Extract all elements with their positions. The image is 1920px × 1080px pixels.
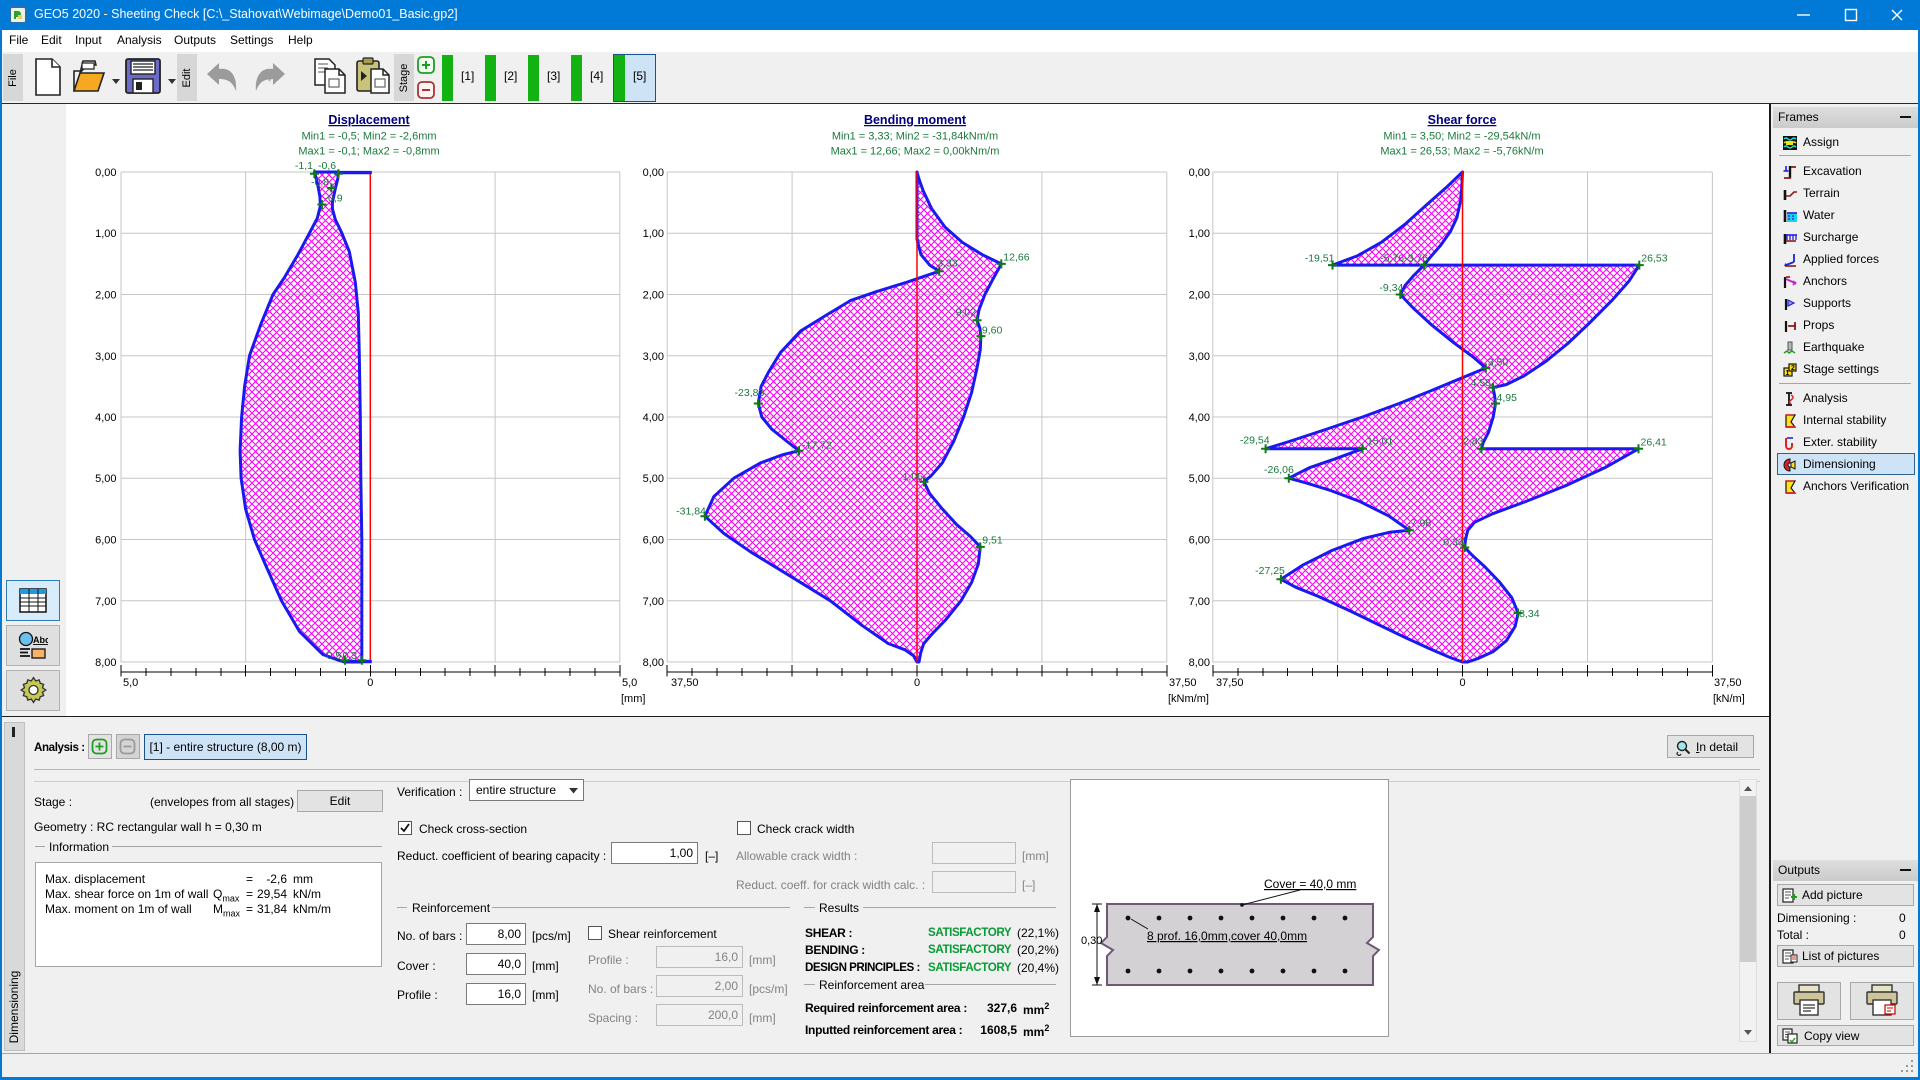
svg-text:6,00: 6,00 [643, 535, 664, 547]
svg-text:37,50: 37,50 [1216, 677, 1244, 689]
svg-text:[mm]: [mm] [621, 693, 645, 705]
svg-text:26,41: 26,41 [1641, 436, 1667, 448]
svg-text:9,60: 9,60 [982, 325, 1003, 337]
svg-text:37,50: 37,50 [1169, 677, 1197, 689]
svg-text:-9,34: -9,34 [1379, 282, 1403, 294]
svg-text:7,00: 7,00 [643, 596, 664, 608]
svg-text:Max1 = 26,53; Max2 = -5,76kN/m: Max1 = 26,53; Max2 = -5,76kN/m [1380, 146, 1543, 158]
svg-text:[kNm/m]: [kNm/m] [1168, 693, 1209, 705]
svg-text:8,00: 8,00 [643, 657, 664, 669]
svg-text:Min1 = -0,5; Min2 = -2,6mm: Min1 = -0,5; Min2 = -2,6mm [301, 131, 436, 143]
svg-text:-1,1: -1,1 [295, 160, 313, 172]
svg-text:37,50: 37,50 [1714, 677, 1742, 689]
svg-text:7,00: 7,00 [95, 596, 116, 608]
svg-text:3,00: 3,00 [95, 351, 116, 363]
svg-text:-26,06: -26,06 [1264, 464, 1294, 476]
svg-text:5,00: 5,00 [95, 473, 116, 485]
svg-text:-15,01: -15,01 [1364, 435, 1394, 447]
svg-text:0,00: 0,00 [643, 167, 664, 179]
svg-text:6,00: 6,00 [95, 535, 116, 547]
svg-text:-31,84: -31,84 [676, 506, 706, 518]
svg-text:7,00: 7,00 [1189, 596, 1210, 608]
svg-text:-0,9: -0,9 [325, 193, 343, 205]
svg-text:3,50: 3,50 [1488, 357, 1509, 369]
svg-text:Shear force: Shear force [1428, 113, 1497, 127]
svg-text:4,00: 4,00 [95, 412, 116, 424]
svg-text:-19,51: -19,51 [1305, 253, 1335, 265]
svg-text:2,00: 2,00 [95, 290, 116, 302]
svg-text:[kN/m]: [kN/m] [1713, 693, 1745, 705]
svg-text:3,00: 3,00 [1189, 351, 1210, 363]
svg-text:1: 1 [1786, 370, 1790, 377]
svg-text:2,00: 2,00 [1189, 290, 1210, 302]
svg-text:9,02: 9,02 [956, 307, 977, 319]
svg-text:-0,6: -0,6 [318, 160, 336, 172]
svg-text:0: 0 [914, 677, 920, 689]
svg-text:Cover = 40,0 mm: Cover = 40,0 mm [1264, 877, 1356, 891]
svg-text:5,0: 5,0 [622, 677, 637, 689]
svg-text:8 prof. 16,0mm,cover 40,0mm: 8 prof. 16,0mm,cover 40,0mm [1147, 929, 1307, 943]
svg-text:-23,83: -23,83 [735, 387, 765, 399]
svg-text:0,30: 0,30 [1081, 935, 1102, 947]
svg-text:0,00: 0,00 [1189, 167, 1210, 179]
svg-text:12,66: 12,66 [1003, 251, 1029, 263]
svg-text:-29,54: -29,54 [1240, 434, 1270, 446]
svg-text:1,00: 1,00 [95, 228, 116, 240]
svg-text:Bending moment: Bending moment [864, 113, 967, 127]
svg-text:8,00: 8,00 [1189, 657, 1210, 669]
svg-text:Displacement: Displacement [328, 113, 410, 127]
svg-text:3,00: 3,00 [643, 351, 664, 363]
svg-text:9,51: 9,51 [982, 534, 1003, 546]
svg-text:2: 2 [1791, 365, 1795, 372]
svg-text:1,05: 1,05 [903, 471, 924, 483]
svg-text:8,34: 8,34 [1519, 608, 1540, 620]
svg-text:Max1 = -0,1; Max2 = -0,8mm: Max1 = -0,1; Max2 = -0,8mm [298, 146, 439, 158]
svg-text:3,33: 3,33 [937, 258, 958, 270]
svg-text:26,53: 26,53 [1641, 253, 1667, 265]
svg-text:4,00: 4,00 [643, 412, 664, 424]
svg-text:2,83: 2,83 [1463, 435, 1484, 447]
svg-text:Max1 = 12,66; Max2 = 0,00kNm/m: Max1 = 12,66; Max2 = 0,00kNm/m [831, 146, 1000, 158]
svg-text:0: 0 [367, 677, 373, 689]
svg-text:0,00: 0,00 [95, 167, 116, 179]
svg-text:5,00: 5,00 [1189, 473, 1210, 485]
svg-text:5,0: 5,0 [123, 677, 138, 689]
svg-text:6,00: 6,00 [1189, 535, 1210, 547]
svg-text:37,50: 37,50 [671, 677, 699, 689]
svg-text:-0,3: -0,3 [339, 650, 357, 662]
svg-text:2,00: 2,00 [643, 290, 664, 302]
svg-text:5,00: 5,00 [643, 473, 664, 485]
svg-text:0: 0 [1459, 677, 1465, 689]
svg-text:Min1 = 3,50; Min2 = -29,54kN/m: Min1 = 3,50; Min2 = -29,54kN/m [1383, 131, 1540, 143]
svg-text:4,95: 4,95 [1497, 392, 1518, 404]
svg-text:-27,25: -27,25 [1255, 565, 1285, 577]
svg-text:8,00: 8,00 [95, 657, 116, 669]
svg-text:1,00: 1,00 [643, 228, 664, 240]
svg-text:4,58: 4,58 [1471, 377, 1492, 389]
svg-text:-17,72: -17,72 [802, 440, 832, 452]
svg-text:0,33: 0,33 [1443, 537, 1464, 549]
svg-text:Min1 = 3,33; Min2 = -31,84kNm/: Min1 = 3,33; Min2 = -31,84kNm/m [832, 131, 998, 143]
svg-text:-5,76-3,76: -5,76-3,76 [1380, 253, 1428, 265]
svg-text:4,00: 4,00 [1189, 412, 1210, 424]
svg-text:-0,8: -0,8 [311, 177, 329, 189]
svg-text:-7,98: -7,98 [1407, 517, 1431, 529]
svg-text:1,00: 1,00 [1189, 228, 1210, 240]
